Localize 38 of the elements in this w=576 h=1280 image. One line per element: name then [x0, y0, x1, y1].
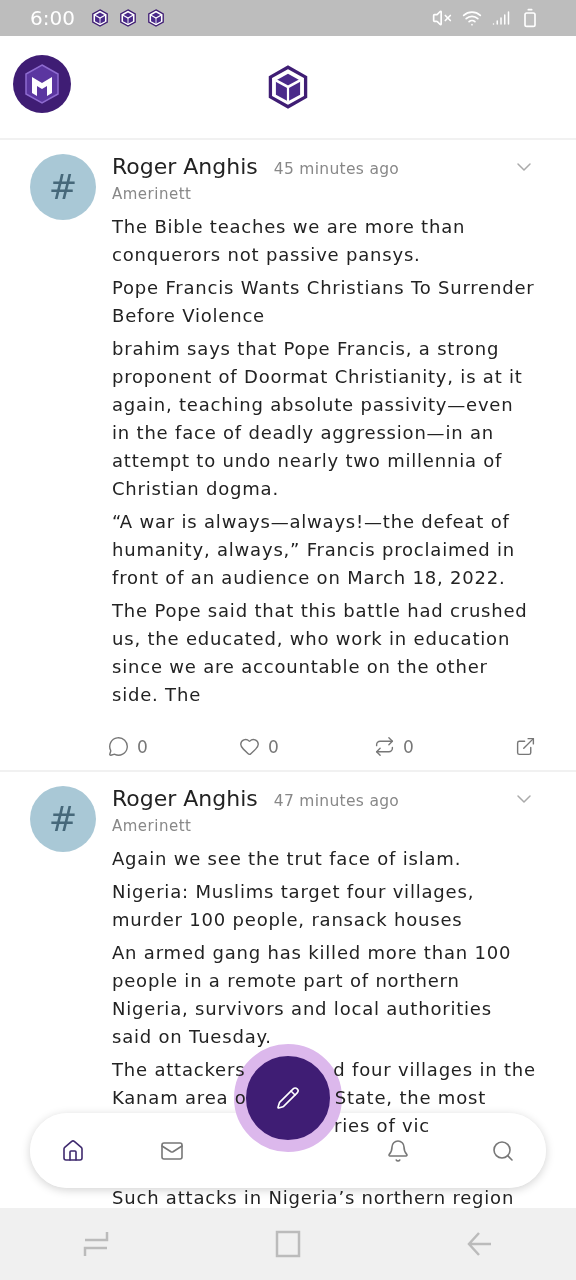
post-text: The Pope said that this battle had crushed us, the educated, who work in education since we are accountable on the other side. The [112, 599, 529, 707]
post-text: State, the most [334, 1086, 487, 1110]
author-name[interactable]: Roger Anghis [112, 786, 258, 811]
mute-icon [432, 8, 452, 28]
heart-icon[interactable] [239, 736, 260, 757]
share-icon[interactable] [515, 736, 536, 757]
pencil-icon [276, 1086, 300, 1110]
app-notification-icon [146, 9, 165, 27]
comment-count: 0 [137, 736, 148, 757]
post-text: Kanam area o [112, 1086, 247, 1110]
post-text: d four villages in the [333, 1058, 536, 1082]
post-text: An armed gang has killed more than 100 people in a remote part of northern Nigeria, survivors and local authorities said on Tuesday. [112, 941, 513, 1049]
author-name[interactable]: Roger Anghis [112, 154, 258, 179]
app-logo [266, 65, 310, 109]
group-avatar[interactable]: # [30, 786, 96, 852]
repost-icon[interactable] [374, 736, 395, 757]
comment-icon[interactable] [108, 736, 129, 757]
group-avatar[interactable]: # [30, 154, 96, 220]
like-count: 0 [268, 736, 279, 757]
post-text: Such attacks in Nigeria’s northern region [112, 1186, 516, 1208]
repost-count: 0 [403, 736, 414, 757]
post-text: The Bible teaches we are more than conquerors not passive pansys. [112, 215, 467, 267]
post-text: “A war is always—always!—the defeat of humanity, always,” Francis proclaimed in front of an audience on March 18, 2022. [112, 510, 516, 590]
post-text: brahim says that Pope Francis, a strong proponent of Doormat Christianity, is at it again, teaching absolute passivity—even in the face of deadly aggression—in an attempt to undo nearly two millennia of Christian dogma. [112, 337, 524, 501]
app-notification-icon [118, 9, 137, 27]
status-time: 6:00 [30, 6, 75, 30]
post-text: The attackers [112, 1058, 246, 1082]
wifi-icon [462, 8, 482, 28]
group-name[interactable]: Amerinett [112, 817, 536, 835]
post-text: ries of vic [334, 1114, 430, 1138]
signal-icon [492, 9, 510, 27]
post-time: 45 minutes ago [273, 160, 400, 178]
post-time: 47 minutes ago [273, 792, 400, 810]
profile-avatar[interactable] [13, 55, 71, 113]
app-notification-icon [90, 9, 109, 27]
post-text: Nigeria: Muslims target four villages, murder 100 people, ransack houses [112, 880, 476, 932]
group-name[interactable]: Amerinett [112, 185, 536, 203]
post-text: Again we see the trut face of islam. [112, 847, 463, 871]
